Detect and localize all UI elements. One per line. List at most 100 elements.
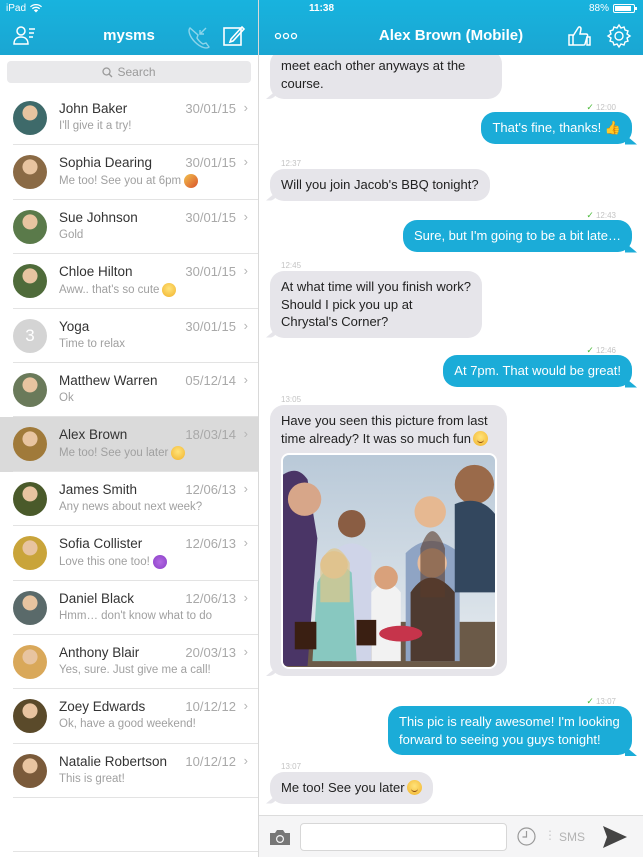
conversation-date-text: 18/03/14: [185, 427, 236, 443]
conversation-date-text: 30/01/15: [185, 264, 236, 280]
incoming-message[interactable]: Have you seen this picture from last tim…: [270, 405, 507, 676]
avatar: [13, 590, 47, 625]
conversation-item[interactable]: Alex Brown 18/03/14 Me too! See you later ›: [0, 417, 258, 473]
conversation-item[interactable]: Natalie Robertson 10/12/12 This is great! ›: [0, 744, 258, 799]
avatar: [13, 753, 47, 788]
conversation-date-text: 05/12/14: [185, 372, 236, 388]
smile-emoji-icon: [406, 780, 422, 795]
message-input[interactable]: [300, 823, 507, 851]
message-preview-text: Ok, have a good weekend!: [59, 718, 196, 731]
message-preview-text: Love this one too!: [59, 556, 150, 569]
contact-name-text: James Smith: [59, 481, 138, 497]
message-preview: Yes, sure. Just give me a call!: [59, 664, 211, 676]
contact-name-text: Yoga: [59, 318, 90, 334]
message-preview: Me too! See you later: [59, 446, 186, 461]
list-divider: [13, 851, 258, 852]
contact-name: Sue Johnson: [59, 210, 138, 225]
contact-name: John Baker: [59, 101, 127, 116]
message-preview: Any news about next week?: [59, 501, 202, 513]
message-preview-text: This is great!: [59, 772, 125, 785]
chevron-right-icon: ›: [243, 317, 248, 333]
message-text: Sure, but I'm going to be a bit late…: [414, 228, 621, 243]
conversation-date-text: 12/06/13: [185, 536, 236, 552]
conversation-date-text: 12/06/13: [185, 481, 236, 497]
contact-name-text: Anthony Blair: [59, 644, 140, 660]
contact-name-text: Sue Johnson: [59, 209, 138, 225]
incoming-message[interactable]: Will you join Jacob's BBQ tonight?: [270, 169, 490, 201]
conversation-item[interactable]: James Smith 12/06/13 Any news about next w…: [0, 472, 258, 527]
conversation-date-text: 30/01/15: [185, 155, 236, 171]
conversation-item[interactable]: Anthony Blair 20/03/13 Yes, sure. Just giv…: [0, 635, 258, 690]
search-placeholder: Search: [117, 65, 156, 79]
message-preview-text: Aww.. that's so cute: [59, 284, 160, 297]
conversation-date-text: 12/06/13: [185, 590, 236, 606]
incoming-message[interactable]: At what time will you finish work? Shoul…: [270, 271, 482, 338]
conversation-date-text: 10/12/12: [185, 753, 236, 769]
smile-emoji-icon: [162, 283, 177, 298]
thumbs-up-icon[interactable]: [566, 23, 592, 49]
conversation-date: 30/01/15: [185, 319, 236, 334]
gear-icon[interactable]: [606, 23, 632, 49]
photo-attachment[interactable]: [281, 453, 497, 669]
search-input[interactable]: Search: [7, 61, 251, 83]
contact-name: Sophia Dearing: [59, 155, 152, 170]
message-preview: Me too! See you at 6pm: [59, 174, 199, 189]
timestamp-text: 13:05: [281, 395, 302, 404]
message-text: Have you seen this picture from last tim…: [281, 413, 488, 446]
conversation-item[interactable]: John Baker 30/01/15 I'll give it a try! ›: [0, 91, 258, 146]
contact-name: Anthony Blair: [59, 645, 139, 660]
outgoing-message[interactable]: This pic is really awesome! I'm looking …: [388, 706, 632, 755]
timestamp-text: 12:37: [281, 159, 302, 168]
message-preview: Ok: [59, 392, 74, 404]
delivered-check-icon: ✓: [586, 696, 594, 706]
message-preview-text: Gold: [59, 228, 84, 241]
conversation-date-text: 30/01/15: [185, 101, 236, 116]
send-icon[interactable]: [602, 825, 628, 849]
battery-percent: 88%: [588, 3, 609, 14]
purple-heart-emoji-icon: [152, 555, 167, 570]
conversation-item[interactable]: Sue Johnson 30/01/15 Gold ›: [0, 200, 258, 255]
status-bar: iPad 11:38 88%: [0, 0, 643, 18]
outgoing-message[interactable]: That's fine, thanks! 👍: [481, 112, 632, 144]
conversation-item[interactable]: Sofia Collister 12/06/13 Love this one too…: [0, 526, 258, 581]
message-preview-text: Ok: [59, 391, 74, 404]
conversation-item[interactable]: Daniel Black 12/06/13 Hmm… don't know what…: [0, 581, 258, 636]
conversation-date: 18/03/14: [185, 427, 236, 442]
contact-name: Zoey Edwards: [59, 699, 145, 714]
compose-icon[interactable]: [221, 23, 247, 49]
contact-name: Daniel Black: [59, 591, 134, 606]
timestamp-text: 13:07: [281, 762, 302, 771]
conversation-date: 30/01/15: [185, 155, 236, 170]
conversation-item[interactable]: Zoey Edwards 10/12/12 Ok, have a good week…: [0, 689, 258, 745]
schedule-clock-icon[interactable]: [517, 827, 536, 846]
incoming-message[interactable]: Me too! See you later: [270, 772, 433, 804]
incoming-message[interactable]: meet each other anyways at the course.: [270, 55, 502, 99]
timestamp-text: 12:45: [281, 261, 302, 270]
message-timestamp: 12:45: [281, 261, 301, 270]
avatar: [13, 101, 47, 135]
call-forward-icon[interactable]: [185, 23, 211, 49]
contact-name-text: John Baker: [59, 101, 128, 116]
contact-name-text: Sofia Collister: [59, 536, 143, 552]
outgoing-message[interactable]: Sure, but I'm going to be a bit late…: [403, 220, 632, 252]
avatar: [13, 264, 47, 299]
chevron-right-icon: ›: [243, 643, 248, 659]
chevron-right-icon: ›: [243, 100, 248, 115]
chevron-right-icon: ›: [243, 208, 248, 224]
timestamp-text: 12:43: [595, 211, 616, 220]
chevron-right-icon: ›: [243, 426, 248, 442]
message-preview-text: Yes, sure. Just give me a call!: [59, 663, 211, 676]
conversation-item[interactable]: Matthew Warren 05/12/14 Ok ›: [0, 363, 258, 418]
camera-icon[interactable]: [269, 829, 291, 846]
contact-name: Matthew Warren: [59, 373, 158, 388]
contact-name: Chloe Hilton: [59, 264, 133, 279]
conversation-item[interactable]: Sophia Dearing 30/01/15 Me too! See you at…: [0, 145, 258, 201]
separator-dots: ⋮: [544, 828, 556, 842]
battery-icon: [613, 4, 637, 13]
conversation-item[interactable]: Chloe Hilton 30/01/15 Aww.. that's so cute…: [0, 254, 258, 309]
sms-channel-label[interactable]: SMS: [559, 830, 585, 844]
conversation-date-text: 30/01/15: [185, 209, 236, 225]
conversation-item[interactable]: 3 Yoga 30/01/15 Time to relax ›: [0, 309, 258, 364]
conversation-date: 05/12/14: [185, 373, 236, 388]
outgoing-message[interactable]: At 7pm. That would be great!: [443, 355, 632, 387]
